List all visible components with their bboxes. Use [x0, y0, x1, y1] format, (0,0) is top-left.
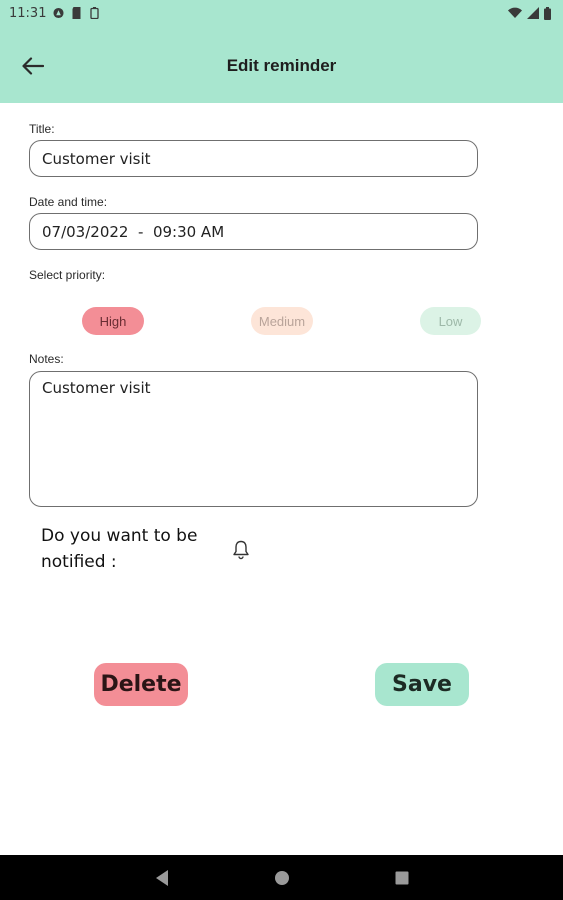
status-right	[508, 6, 551, 20]
datetime-input[interactable]: 07/03/2022 - 09:30 AM	[29, 213, 478, 250]
notes-textarea[interactable]: Customer visit	[29, 371, 478, 507]
app-notification-icon	[53, 7, 65, 19]
battery-saver-icon	[90, 7, 100, 19]
status-left: 11:31	[9, 6, 100, 21]
delete-button[interactable]: Delete	[94, 663, 188, 706]
signal-icon	[527, 7, 539, 19]
priority-label: Select priority:	[29, 268, 106, 282]
title-label: Title:	[29, 122, 55, 136]
priority-low-chip[interactable]: Low	[420, 307, 481, 335]
priority-medium-chip[interactable]: Medium	[251, 307, 313, 335]
title-input[interactable]: Customer visit	[29, 140, 478, 177]
system-nav-bar	[0, 855, 563, 900]
nav-home-icon[interactable]	[274, 869, 290, 887]
save-button[interactable]: Save	[375, 663, 469, 706]
wifi-icon	[508, 7, 522, 19]
page-title: Edit reminder	[226, 56, 337, 75]
edit-reminder-screen: 11:31 Edit reminder Title: Customer visi…	[0, 0, 563, 900]
status-bar: 11:31	[0, 0, 563, 26]
status-time: 11:31	[9, 5, 47, 21]
notify-question: Do you want to be notified :	[41, 526, 198, 572]
app-bar: Edit reminder	[0, 26, 563, 103]
bell-icon[interactable]	[231, 539, 251, 561]
nav-recents-icon[interactable]	[394, 869, 410, 887]
notes-label: Notes:	[29, 352, 64, 366]
sd-card-icon	[72, 7, 81, 19]
battery-icon	[544, 6, 551, 20]
nav-back-icon[interactable]	[154, 869, 170, 887]
priority-high-chip[interactable]: High	[82, 307, 144, 335]
datetime-label: Date and time:	[29, 195, 108, 209]
